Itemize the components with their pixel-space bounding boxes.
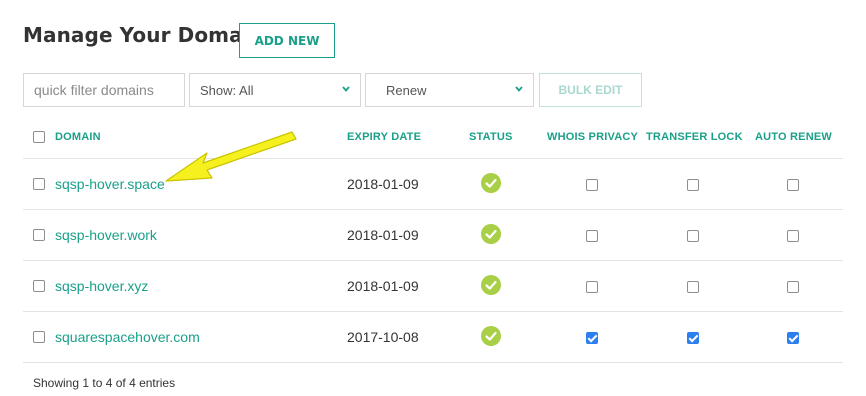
check-circle-icon [481, 275, 501, 295]
row-checkbox[interactable] [33, 229, 45, 241]
auto-renew-checkbox[interactable] [787, 281, 799, 293]
transfer-lock-checkbox[interactable] [687, 179, 699, 191]
renew-action-value: Renew [386, 82, 427, 98]
check-circle-icon [481, 326, 501, 346]
expiry-date: 2017-10-08 [347, 329, 419, 345]
whois-privacy-checkbox[interactable] [586, 230, 598, 242]
expiry-date: 2018-01-09 [347, 227, 419, 243]
domain-link[interactable]: squarespacehover.com [55, 329, 200, 345]
column-header-transfer[interactable]: TRANSFER LOCK [646, 131, 743, 143]
entries-info: Showing 1 to 4 of 4 entries [33, 376, 176, 390]
renew-action-select[interactable]: Renew [365, 73, 534, 107]
row-checkbox[interactable] [33, 280, 45, 292]
bulk-edit-button[interactable]: BULK EDIT [539, 73, 642, 107]
column-header-domain[interactable]: DOMAIN [55, 131, 101, 143]
column-header-auto-renew[interactable]: AUTO RENEW [755, 131, 832, 143]
auto-renew-checkbox[interactable] [787, 179, 799, 191]
domain-link[interactable]: sqsp-hover.space [55, 176, 165, 192]
transfer-lock-checkbox[interactable] [687, 332, 699, 344]
whois-privacy-checkbox[interactable] [586, 179, 598, 191]
divider [23, 362, 843, 363]
column-header-whois[interactable]: WHOIS PRIVACY [547, 131, 638, 143]
auto-renew-checkbox[interactable] [787, 332, 799, 344]
whois-privacy-checkbox[interactable] [586, 332, 598, 344]
chevron-down-icon [342, 86, 350, 92]
divider [23, 158, 843, 159]
add-new-button[interactable]: ADD NEW [239, 23, 335, 58]
transfer-lock-checkbox[interactable] [687, 230, 699, 242]
divider [23, 209, 843, 210]
show-filter-value: Show: All [200, 82, 254, 98]
auto-renew-checkbox[interactable] [787, 230, 799, 242]
check-circle-icon [481, 173, 501, 193]
expiry-date: 2018-01-09 [347, 176, 419, 192]
divider [23, 260, 843, 261]
column-header-status[interactable]: STATUS [469, 131, 513, 143]
chevron-down-icon [515, 86, 523, 92]
quick-filter-input[interactable] [23, 73, 185, 107]
column-header-expiry[interactable]: EXPIRY DATE [347, 131, 421, 143]
show-filter-select[interactable]: Show: All [189, 73, 361, 107]
divider [23, 311, 843, 312]
expiry-date: 2018-01-09 [347, 278, 419, 294]
row-checkbox[interactable] [33, 178, 45, 190]
whois-privacy-checkbox[interactable] [586, 281, 598, 293]
transfer-lock-checkbox[interactable] [687, 281, 699, 293]
check-circle-icon [481, 224, 501, 244]
domain-link[interactable]: sqsp-hover.xyz [55, 278, 148, 294]
row-checkbox[interactable] [33, 331, 45, 343]
domain-link[interactable]: sqsp-hover.work [55, 227, 157, 243]
select-all-checkbox[interactable] [33, 131, 45, 143]
